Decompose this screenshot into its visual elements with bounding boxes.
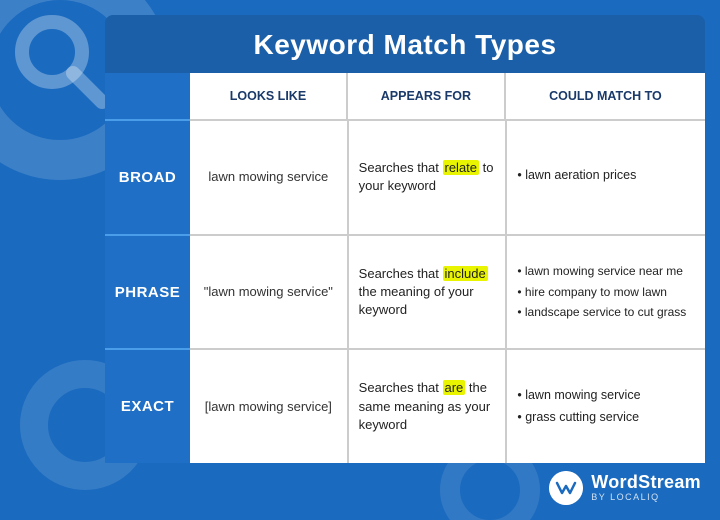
exact-highlight: are (443, 380, 466, 395)
table-row-broad: lawn mowing service Searches that relate… (190, 121, 705, 236)
header: Keyword Match Types (105, 15, 705, 73)
phrase-highlight: include (443, 266, 488, 281)
brand-logo (549, 471, 583, 505)
phrase-match: • lawn mowing service near me • hire com… (507, 236, 705, 349)
footer: WordStream BY LOCALIQ (105, 463, 705, 505)
exact-appears: Searches that are the same meaning as yo… (349, 350, 508, 463)
brand-name: WordStream (591, 473, 701, 493)
col-headers: LOOKS LIKE APPEARS FOR COULD MATCH TO (190, 73, 705, 121)
col-header-looks: LOOKS LIKE (190, 73, 348, 119)
broad-appears: Searches that relate to your keyword (349, 121, 508, 234)
background: Keyword Match Types BROAD PHRASE EXACT (0, 0, 720, 520)
brand-text: WordStream BY LOCALIQ (591, 473, 701, 503)
col-header-appears: APPEARS FOR (348, 73, 506, 119)
table-row-phrase: "lawn mowing service" Searches that incl… (190, 236, 705, 351)
magnifier-icon (10, 10, 120, 120)
broad-match: • lawn aeration prices (507, 121, 705, 234)
broad-looks: lawn mowing service (190, 121, 349, 234)
row-label-broad: BROAD (105, 121, 190, 236)
brand-sub: BY LOCALIQ (591, 493, 701, 503)
row-label-phrase: PHRASE (105, 236, 190, 351)
exact-looks: [lawn mowing service] (190, 350, 349, 463)
phrase-looks: "lawn mowing service" (190, 236, 349, 349)
exact-match: • lawn mowing service • grass cutting se… (507, 350, 705, 463)
brand: WordStream BY LOCALIQ (549, 471, 701, 505)
header-title: Keyword Match Types (253, 29, 556, 60)
broad-highlight: relate (443, 160, 480, 175)
row-labels-col: BROAD PHRASE EXACT (105, 73, 190, 463)
row-label-exact: EXACT (105, 350, 190, 463)
col-header-match: COULD MATCH TO (506, 73, 705, 119)
phrase-appears: Searches that include the meaning of you… (349, 236, 508, 349)
table-row-exact: [lawn mowing service] Searches that are … (190, 350, 705, 463)
